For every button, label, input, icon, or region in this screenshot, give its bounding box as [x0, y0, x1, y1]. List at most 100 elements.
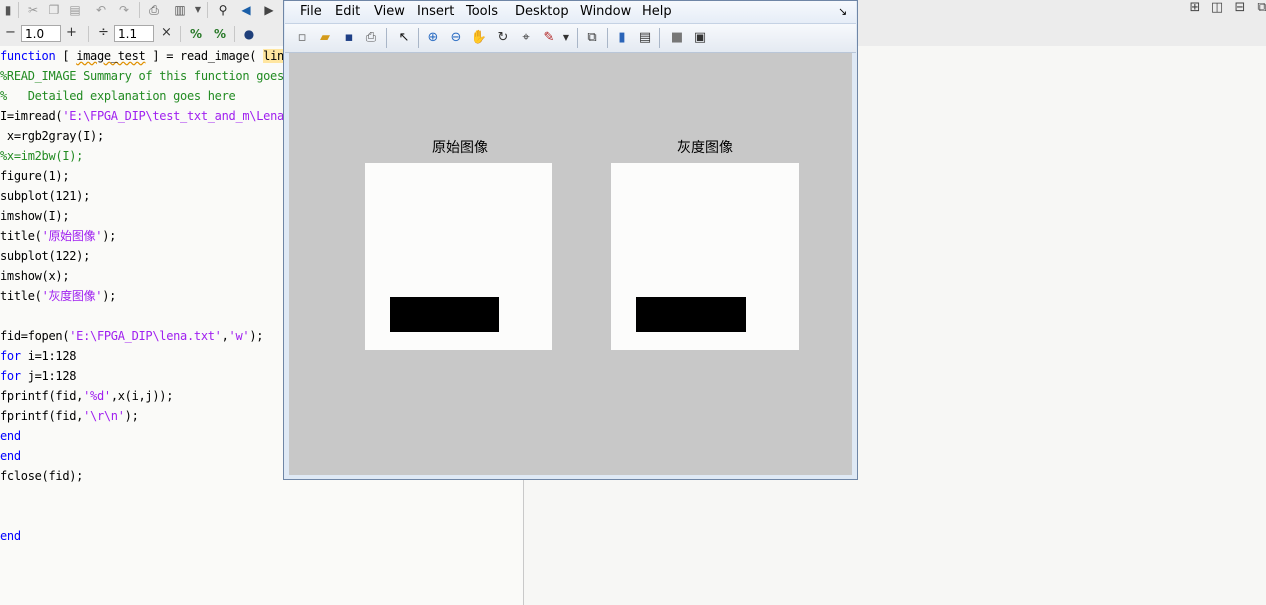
code-line[interactable]: imshow(I);: [0, 206, 70, 226]
code-line[interactable]: fprintf(fid,'%d',x(i,j));: [0, 386, 173, 406]
code-token: imshow(I);: [0, 209, 70, 223]
code-line[interactable]: figure(1);: [0, 166, 70, 186]
copy-icon[interactable]: ❐: [46, 2, 62, 18]
menu-item-insert[interactable]: Insert: [417, 3, 454, 21]
forward-arrow-icon[interactable]: ▶: [261, 2, 277, 18]
code-token: fprintf(fid,: [0, 389, 84, 403]
toolbar-separator: [577, 28, 578, 48]
tile-layout-icon[interactable]: ⊞: [1187, 0, 1203, 16]
cell-value-1-input[interactable]: [21, 25, 61, 42]
menu-item-edit[interactable]: Edit: [335, 3, 360, 21]
code-token: function: [0, 49, 56, 63]
menu-item-view[interactable]: View: [374, 3, 405, 21]
info-icon[interactable]: ●: [241, 26, 257, 42]
legend-icon[interactable]: ▤: [636, 29, 654, 47]
undo-icon[interactable]: ↶: [93, 2, 109, 18]
data-cursor-icon[interactable]: ⌖: [517, 29, 535, 47]
code-line[interactable]: x=rgb2gray(I);: [0, 126, 104, 146]
toolbar-separator: [418, 28, 419, 48]
find-icon[interactable]: ⚲: [215, 2, 231, 18]
code-token: i=1:128: [20, 349, 77, 363]
code-line[interactable]: function [ image_test ] = read_image( li…: [0, 46, 284, 66]
cut-icon[interactable]: ✂: [25, 2, 41, 18]
figure-window[interactable]: File Edit View Insert Tools Desktop Window Help…: [283, 0, 858, 480]
split-horizontal-icon[interactable]: ⊟: [1232, 0, 1248, 16]
paste-icon[interactable]: ▤: [67, 2, 83, 18]
decrement-button[interactable]: −: [5, 23, 16, 43]
figure-toolbar: ▫ ▰ ▪ ⎙ ↖ ⊕ ⊖ ✋ ↻ ⌖ ✎ ▼ ⧉ ▮ ▤ ■ ▣: [285, 24, 856, 53]
open-icon[interactable]: ▮: [0, 2, 16, 18]
code-token: title(: [0, 289, 42, 303]
save-icon[interactable]: ▪: [340, 29, 358, 47]
subplot-2-title: 灰度图像: [677, 140, 733, 156]
code-line[interactable]: for i=1:128: [0, 346, 76, 366]
code-token: for: [0, 349, 21, 363]
print-figure-icon[interactable]: ⎙: [362, 29, 380, 47]
publish-dropdown-icon[interactable]: ▼: [190, 2, 206, 18]
toolbar-separator: [234, 26, 235, 42]
rotate-3d-icon[interactable]: ↻: [494, 29, 512, 47]
menu-item-desktop[interactable]: Desktop: [515, 3, 569, 21]
zoom-in-icon[interactable]: ⊕: [424, 29, 442, 47]
zoom-out-icon[interactable]: ⊖: [447, 29, 465, 47]
code-token: [: [55, 49, 77, 63]
comment-cells-icon[interactable]: %: [188, 26, 204, 42]
figure-edge-bar: [853, 53, 857, 475]
code-line[interactable]: title('原始图像');: [0, 226, 116, 246]
code-line[interactable]: end: [0, 426, 21, 446]
code-line[interactable]: %x=im2bw(I);: [0, 146, 83, 166]
code-line[interactable]: % Detailed explanation goes here: [0, 86, 236, 106]
code-line[interactable]: subplot(122);: [0, 246, 90, 266]
link-plot-icon[interactable]: ⧉: [583, 29, 601, 47]
code-line[interactable]: %READ_IMAGE Summary of this function goe…: [0, 66, 319, 86]
toolbar-separator: [659, 28, 660, 48]
menu-item-file[interactable]: File: [300, 3, 322, 21]
redo-icon[interactable]: ↷: [116, 2, 132, 18]
brush-dropdown-icon[interactable]: ▼: [557, 29, 575, 47]
subplot-1-image[interactable]: [365, 163, 552, 350]
print-icon[interactable]: ⎙: [146, 2, 162, 18]
code-line[interactable]: for j=1:128: [0, 366, 76, 386]
divide-button[interactable]: ÷: [98, 23, 109, 43]
menu-item-window[interactable]: Window: [580, 3, 631, 21]
code-line[interactable]: end: [0, 526, 21, 546]
publish-icon[interactable]: ▥: [172, 2, 188, 18]
brush-icon[interactable]: ✎: [540, 29, 558, 47]
toolbar-separator: [207, 2, 208, 18]
toolbar-separator: [607, 28, 608, 48]
code-line[interactable]: subplot(121);: [0, 186, 90, 206]
subplot-2-image[interactable]: [611, 163, 799, 350]
code-token: image_test: [76, 49, 146, 63]
float-window-icon[interactable]: ⧉: [1254, 0, 1266, 16]
code-line[interactable]: imshow(x);: [0, 266, 70, 286]
toolbar-separator: [88, 26, 89, 42]
subplot-1-title: 原始图像: [432, 140, 488, 156]
code-token: %x=im2bw(I);: [0, 149, 84, 163]
back-arrow-icon[interactable]: ◀: [238, 2, 254, 18]
dock-arrow-icon[interactable]: ↘: [838, 3, 847, 21]
split-vertical-icon[interactable]: ◫: [1209, 0, 1225, 16]
code-line[interactable]: title('灰度图像');: [0, 286, 116, 306]
colorbar-icon[interactable]: ▮: [613, 29, 631, 47]
multiply-button[interactable]: ×: [161, 23, 172, 43]
cell-value-2-input[interactable]: [114, 25, 154, 42]
increment-button[interactable]: +: [66, 23, 77, 43]
hide-plot-tools-icon[interactable]: ■: [668, 29, 686, 47]
open-file-icon[interactable]: ▰: [316, 29, 334, 47]
code-line[interactable]: end: [0, 446, 21, 466]
image-black-block: [390, 297, 499, 332]
show-plot-tools-icon[interactable]: ▣: [691, 29, 709, 47]
uncomment-cells-icon[interactable]: %: [212, 26, 228, 42]
code-token: 'w': [228, 329, 250, 343]
code-line[interactable]: fprintf(fid,'\r\n');: [0, 406, 139, 426]
new-figure-icon[interactable]: ▫: [293, 29, 311, 47]
code-line[interactable]: fid=fopen('E:\FPGA_DIP\lena.txt','w');: [0, 326, 263, 346]
menu-item-help[interactable]: Help: [642, 3, 672, 21]
code-line[interactable]: fclose(fid);: [0, 466, 83, 486]
edit-plot-arrow-icon[interactable]: ↖: [395, 29, 413, 47]
code-token: );: [124, 409, 139, 423]
pan-hand-icon[interactable]: ✋: [470, 29, 488, 47]
menu-item-tools[interactable]: Tools: [466, 3, 498, 21]
figure-canvas[interactable]: 原始图像 灰度图像: [289, 53, 852, 475]
figure-menubar: File Edit View Insert Tools Desktop Window Help…: [285, 1, 856, 24]
